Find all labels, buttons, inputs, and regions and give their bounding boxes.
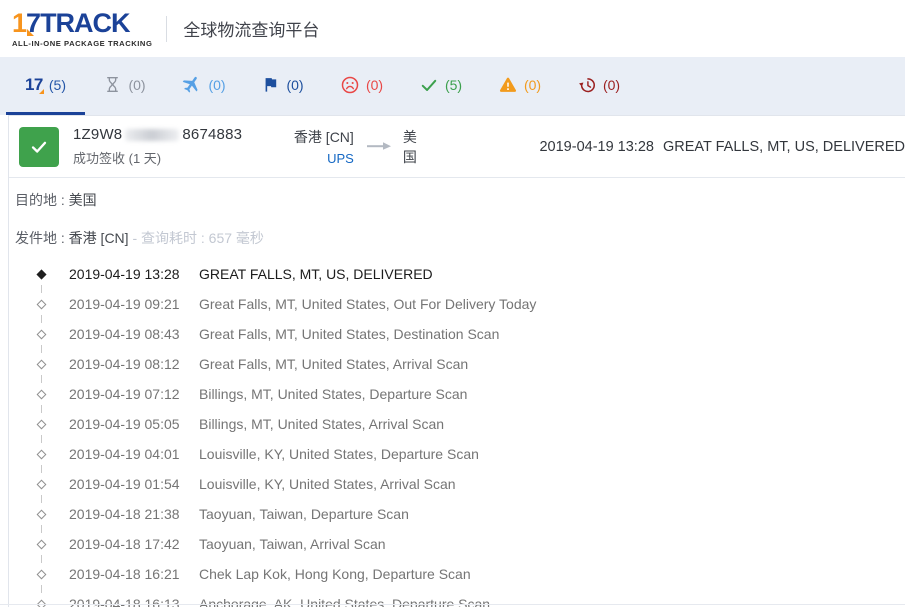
- tab-count: (0): [602, 76, 621, 93]
- timeline-row: 2019-04-19 05:05 Billings, MT, United St…: [15, 405, 905, 439]
- timeline-row: 2019-04-18 21:38 Taoyuan, Taiwan, Depart…: [15, 495, 905, 529]
- redacted-digits: [125, 129, 180, 142]
- tab-count: (0): [523, 76, 542, 93]
- shipment-summary-card[interactable]: 1Z9W8 8674883 成功签收 (1 天) 香港 [CN] UPS 美国 2…: [9, 116, 905, 178]
- timeline-row: 2019-04-19 08:12 Great Falls, MT, United…: [15, 345, 905, 379]
- event-description: Taoyuan, Taiwan, Arrival Scan: [199, 536, 386, 552]
- event-time: 2019-04-19 04:01: [69, 446, 180, 462]
- tab-count: (5): [48, 76, 67, 93]
- event-description: Louisville, KY, United States, Arrival S…: [199, 476, 456, 492]
- event-time: 2019-04-19 01:54: [69, 476, 180, 492]
- logo-17-icon: 17: [24, 75, 44, 94]
- event-time: 2019-04-18 16:21: [69, 566, 180, 582]
- tab-pick-up[interactable]: (0): [243, 57, 322, 115]
- shipment-details: 目的地 : 美国 发件地 : 香港 [CN] - 查询耗时 : 657 毫秒 2…: [9, 178, 905, 607]
- logo-subtitle: ALL-IN-ONE PACKAGE TRACKING: [12, 38, 153, 48]
- check-icon: [419, 75, 439, 95]
- origin-row: 发件地 : 香港 [CN] - 查询耗时 : 657 毫秒: [15, 228, 905, 248]
- tab-count: (5): [444, 76, 463, 93]
- status-tabbar: 17 (5) (0) (0) (0) (0) (5) (0) (0): [0, 57, 905, 115]
- sad-face-icon: [340, 75, 360, 95]
- timeline-row: 2019-04-19 04:01 Louisville, KY, United …: [15, 435, 905, 469]
- origin-value: 香港 [CN]: [68, 230, 129, 246]
- event-time: 2019-04-19 05:05: [69, 416, 180, 432]
- event-time: 2019-04-18 16:13: [69, 596, 180, 607]
- timeline-row: 2019-04-19 07:12 Billings, MT, United St…: [15, 375, 905, 409]
- tab-count: (0): [208, 76, 226, 93]
- logo-wordmark: 17TRACK: [12, 7, 131, 38]
- route-arrow-icon: [366, 138, 392, 156]
- event-description: Great Falls, MT, United States, Destinat…: [199, 326, 500, 342]
- bottom-divider: [0, 604, 905, 605]
- timeline: 2019-04-19 13:28 GREAT FALLS, MT, US, DE…: [15, 259, 905, 607]
- check-icon: [31, 141, 47, 153]
- timeline-row: 2019-04-19 13:28 GREAT FALLS, MT, US, DE…: [15, 259, 905, 289]
- latest-event-summary: 2019-04-19 13:28 GREAT FALLS, MT, US, DEL…: [539, 139, 905, 155]
- tracking-result-panel: 1Z9W8 8674883 成功签收 (1 天) 香港 [CN] UPS 美国 2…: [8, 115, 905, 607]
- tab-all[interactable]: 17 (5): [6, 57, 85, 115]
- origin-label: 发件地 :: [15, 230, 65, 246]
- destination-country: 美国: [402, 128, 417, 165]
- tab-delivered[interactable]: (5): [401, 57, 480, 115]
- tab-not-found[interactable]: (0): [85, 57, 164, 115]
- 17track-logo[interactable]: 17TRACK ALL-IN-ONE PACKAGE TRACKING: [12, 7, 153, 48]
- event-time: 2019-04-19 09:21: [69, 296, 180, 312]
- shipment-id-block: 1Z9W8 8674883 成功签收 (1 天): [73, 126, 292, 167]
- hourglass-icon: [103, 75, 122, 94]
- carrier-link[interactable]: UPS: [292, 151, 354, 166]
- query-time-note: - 查询耗时 : 657 毫秒: [132, 230, 264, 246]
- tab-undelivered[interactable]: (0): [322, 57, 401, 115]
- event-description: GREAT FALLS, MT, US, DELIVERED: [199, 266, 433, 282]
- page-header: 17TRACK ALL-IN-ONE PACKAGE TRACKING 全球物流…: [0, 0, 905, 57]
- tracking-number: 1Z9W8 8674883: [73, 126, 243, 143]
- event-description: Taoyuan, Taiwan, Departure Scan: [199, 506, 409, 522]
- header-divider: [166, 15, 168, 42]
- timeline-row: 2019-04-19 01:54 Louisville, KY, United …: [15, 465, 905, 499]
- warning-icon: [498, 75, 518, 95]
- destination-row: 目的地 : 美国: [15, 190, 905, 210]
- event-time: 2019-04-19 08:43: [69, 326, 180, 342]
- timeline-row: 2019-04-19 09:21 Great Falls, MT, United…: [15, 285, 905, 319]
- event-time: 2019-04-19 07:12: [69, 386, 180, 402]
- delivery-status-text: 成功签收 (1 天): [73, 151, 162, 166]
- latest-event-text: GREAT FALLS, MT, US, DELIVERED: [662, 138, 905, 155]
- event-time: 2019-04-18 21:38: [69, 506, 180, 522]
- event-description: Louisville, KY, United States, Departure…: [199, 446, 479, 462]
- latest-event-time: 2019-04-19 13:28: [539, 138, 654, 155]
- tab-in-transit[interactable]: (0): [164, 57, 243, 115]
- route-block: 香港 [CN] UPS 美国: [292, 127, 427, 167]
- event-description: Chek Lap Kok, Hong Kong, Departure Scan: [199, 566, 471, 582]
- tab-count: (0): [365, 76, 384, 93]
- event-time: 2019-04-19 13:28: [69, 266, 180, 282]
- event-time: 2019-04-19 08:12: [69, 356, 180, 372]
- tab-count: (0): [286, 76, 304, 93]
- event-description: Anchorage, AK, United States, Departure …: [199, 596, 491, 607]
- origin-column: 香港 [CN] UPS: [292, 127, 354, 166]
- origin-country: 香港 [CN]: [293, 129, 354, 145]
- history-icon: [577, 75, 597, 95]
- tab-alert[interactable]: (0): [480, 57, 559, 115]
- event-description: Great Falls, MT, United States, Arrival …: [199, 356, 469, 372]
- tab-expired[interactable]: (0): [559, 57, 638, 115]
- timeline-row: 2019-04-18 17:42 Taoyuan, Taiwan, Arriva…: [15, 525, 905, 559]
- event-description: Great Falls, MT, United States, Out For …: [199, 296, 537, 312]
- event-time: 2019-04-18 17:42: [69, 536, 180, 552]
- timeline-row: 2019-04-19 08:43 Great Falls, MT, United…: [15, 315, 905, 349]
- delivered-status-icon: [19, 126, 59, 167]
- tab-count: (0): [128, 76, 146, 93]
- destination-label: 目的地 :: [15, 192, 65, 208]
- destination-value: 美国: [68, 192, 97, 208]
- site-title: 全球物流查询平台: [183, 21, 320, 40]
- flag-icon: [261, 75, 280, 94]
- event-description: Billings, MT, United States, Departure S…: [199, 386, 468, 402]
- airplane-icon: [181, 74, 202, 95]
- timeline-row: 2019-04-18 16:21 Chek Lap Kok, Hong Kong…: [15, 555, 905, 589]
- logo-17: 1: [12, 7, 27, 38]
- event-description: Billings, MT, United States, Arrival Sca…: [199, 416, 445, 432]
